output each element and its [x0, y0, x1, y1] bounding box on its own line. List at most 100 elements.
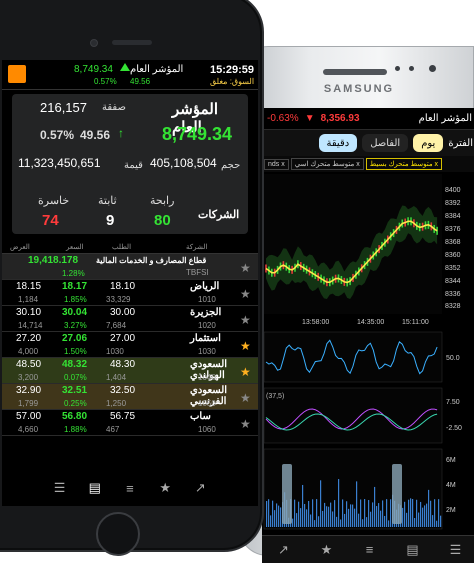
volume-bar [388, 520, 390, 527]
volume-bar [424, 505, 426, 527]
iphone: 8,749.34 المؤشر العام 15:29:59 0.57% 49.… [0, 0, 264, 556]
sector-row[interactable]: قطاع المصارف و الخدمات المالية TBFSI 19,… [2, 254, 258, 280]
ask-price: 32.90 [16, 385, 42, 396]
change-percent: 0.07% [64, 373, 87, 382]
list-tab-icon[interactable]: ≡ [122, 480, 138, 496]
volume-bar [332, 511, 334, 527]
volume-bar [296, 513, 298, 527]
market-summary-card[interactable]: المؤشر العام 8,749.34 صفقة 216,157 0.57%… [12, 94, 248, 234]
table-row[interactable]: الرياض 1010 18.10 33,329 18.17 1.85% 18.15 1,18… [2, 280, 258, 306]
volume-bar [416, 499, 418, 527]
unchanged-label: ثابتة [98, 195, 117, 207]
company-code: 1040 [198, 373, 216, 382]
app-logo-icon[interactable] [8, 65, 26, 83]
volume-bar [436, 520, 438, 527]
samsung-tab-bar: ↗ ★ ≡ ▤ ☰ [262, 535, 474, 563]
table-row[interactable]: استثمار 1030 27.00 1030 27.06 1.50% 27.20 4,000… [2, 332, 258, 358]
range-handle-left[interactable] [282, 464, 292, 524]
chart-area[interactable]: 8400 8392 8384 8376 8368 8360 8352 8344 … [262, 174, 474, 563]
volume-bar [354, 508, 356, 527]
ask-qty: 1,184 [18, 295, 39, 304]
ask-price: 57.00 [16, 411, 42, 422]
volume-bar [278, 505, 280, 527]
table-row[interactable]: السعودي الفرنسي 1050 32.50 1,250 32.51 0.25% 3… [2, 384, 258, 410]
volume-bar [272, 500, 274, 527]
summary-value: 8,749.34 [162, 124, 233, 144]
iphone-camera [90, 39, 98, 47]
star-icon[interactable]: ★ [240, 417, 251, 431]
col-price: السعر [66, 243, 84, 251]
chart-tab-icon[interactable]: ↗ [276, 542, 292, 558]
volume-bar [314, 520, 316, 527]
company-name: الجزيرة [190, 307, 222, 318]
company-code: 1020 [198, 321, 216, 330]
star-icon[interactable]: ★ [240, 339, 251, 353]
companies-breakdown: الشركات رابحة 80 ثابتة 9 خاسرة 74 [12, 190, 248, 234]
star-icon[interactable]: ★ [240, 313, 251, 327]
volume-bar [380, 510, 382, 527]
last-price: 48.32 [62, 359, 88, 370]
market-tab-icon[interactable]: ▤ [405, 542, 421, 558]
volume-bar [334, 500, 336, 527]
volume-bar [268, 499, 270, 527]
volume-value: 405,108,504 [150, 156, 217, 170]
last-price: 27.06 [62, 333, 88, 344]
value-label: قيمة [124, 160, 143, 171]
volume-bar [330, 502, 332, 527]
price-tick: 8328 [445, 303, 461, 310]
star-icon[interactable]: ★ [240, 287, 251, 301]
volume-bar [382, 500, 384, 527]
volume-bar [358, 513, 360, 527]
favorites-tab-icon[interactable]: ★ [157, 480, 173, 496]
summary-tab-icon[interactable]: ☰ [52, 480, 68, 496]
period-interval-button[interactable]: الفاصل [362, 134, 409, 152]
ask-qty: 4,660 [18, 425, 39, 434]
summary-tab-icon[interactable]: ☰ [448, 542, 464, 558]
unchanged-count: 9 [106, 212, 115, 229]
period-minute-button[interactable]: دقيقة [318, 134, 358, 152]
price-tick: 8352 [445, 265, 461, 272]
market-tab-icon[interactable]: ▤ [87, 480, 103, 496]
volume-bar [348, 508, 350, 527]
samsung-screen: -0.63% ▼ 8,356.93 المؤشر العام دقيقة الف… [262, 108, 474, 563]
ask-price: 48.50 [16, 359, 42, 370]
indicator-chip-ema[interactable]: متوسط متحرك اسي x [290, 158, 364, 170]
rsi-label: 50.0 [446, 355, 460, 362]
samsung-index-header[interactable]: -0.63% ▼ 8,356.93 المؤشر العام [262, 108, 474, 130]
volume-bar [346, 501, 348, 527]
samsung-top-bezel: SAMSUNG [239, 47, 473, 103]
stocks-table: العرض السعر الطلب الشركة قطاع المصارف و … [2, 240, 258, 436]
table-row[interactable]: الجزيرة 1020 30.00 7,684 30.04 3.27% 30.10 14,7… [2, 306, 258, 332]
period-day-button[interactable]: يوم [413, 134, 444, 152]
range-handle-right[interactable] [392, 464, 402, 524]
star-icon[interactable]: ★ [240, 391, 251, 405]
bid-qty: 1030 [106, 347, 124, 356]
list-tab-icon[interactable]: ≡ [362, 542, 378, 558]
volume-bar [378, 503, 380, 527]
macd-panel [263, 387, 443, 444]
macd-label: (37,5) [266, 393, 284, 400]
down-arrow-icon: ▼ [304, 113, 315, 124]
iphone-home-button[interactable] [96, 512, 140, 556]
table-row[interactable]: ساب 1060 56.75 467 56.80 1.88% 57.00 4,660 ★ [2, 410, 258, 436]
volume-bar [438, 499, 440, 527]
change-percent: 3.27% [64, 321, 87, 330]
star-icon[interactable]: ★ [240, 261, 251, 275]
favorites-tab-icon[interactable]: ★ [319, 542, 335, 558]
star-icon[interactable]: ★ [240, 365, 251, 379]
samsung-camera [429, 65, 436, 72]
volume-bar [310, 514, 312, 527]
bid-price: 30.00 [110, 307, 136, 318]
change-percent: 1.50% [64, 347, 87, 356]
col-company: الشركة [186, 243, 208, 251]
table-row[interactable]: السعودي الهولندي 1040 48.30 1,404 48.32 0.07%… [2, 358, 258, 384]
indicator-chips: nds x متوسط متحرك اسي x متوسط متحرك بسيط… [262, 156, 474, 172]
indicator-chip-bands[interactable]: nds x [264, 158, 289, 170]
chart-tab-icon[interactable]: ↗ [192, 480, 208, 496]
samsung-sensor [409, 66, 414, 71]
volume-bar [428, 489, 430, 527]
indicator-chip-sma[interactable]: متوسط متحرك بسيط x [365, 158, 443, 170]
volume-bar [322, 510, 324, 527]
losers-count: 74 [42, 212, 59, 229]
price-tick: 8360 [445, 252, 461, 259]
